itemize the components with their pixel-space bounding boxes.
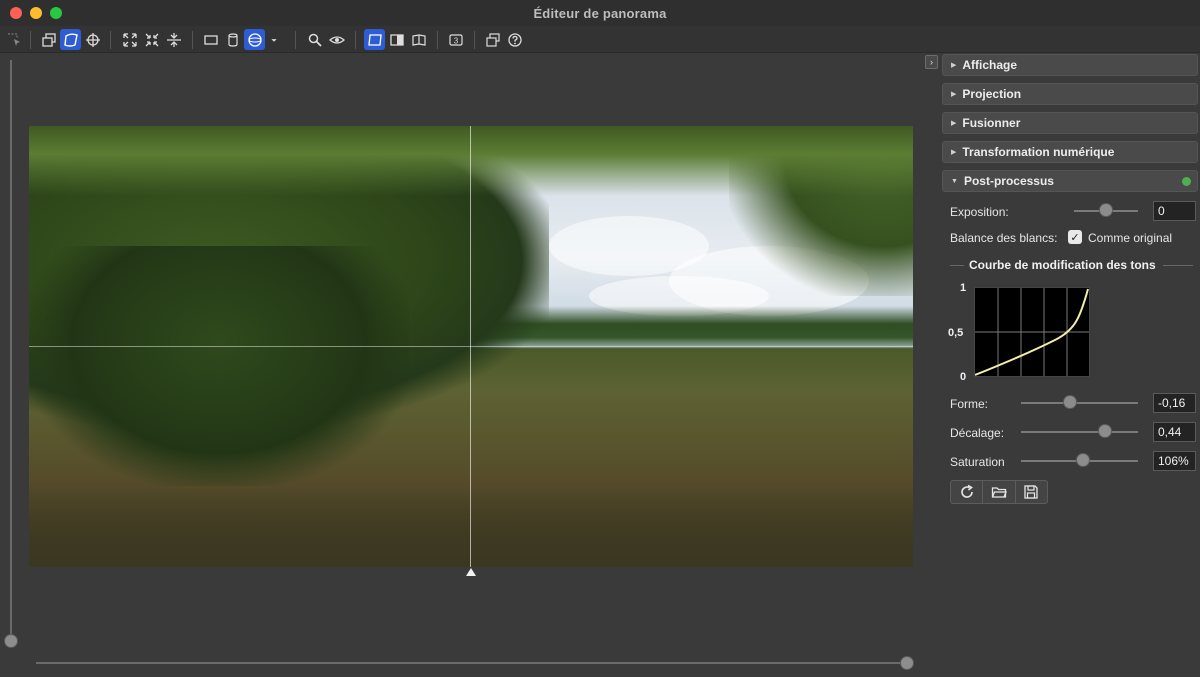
- curve-tick-bottom: 0: [960, 371, 967, 383]
- tone-curve-graph[interactable]: [974, 287, 1090, 377]
- open-folder-icon: [991, 487, 1007, 498]
- white-balance-option-label: Comme original: [1088, 231, 1173, 245]
- help-icon[interactable]: [504, 29, 525, 50]
- select-tool-icon[interactable]: [3, 29, 24, 50]
- badge-number: 3: [453, 36, 458, 45]
- toolbar: 3: [0, 26, 1200, 53]
- window-title: Éditeur de panorama: [533, 5, 667, 21]
- reset-icon: [960, 484, 973, 498]
- center-target-icon[interactable]: [82, 29, 103, 50]
- rectangle-projection-icon[interactable]: [200, 29, 221, 50]
- close-window-button[interactable]: [10, 7, 22, 19]
- section-label: Affichage: [962, 58, 1018, 72]
- center-marker[interactable]: [466, 568, 476, 576]
- disclosure-right-icon: ▶: [951, 91, 957, 98]
- section-projection[interactable]: ▶ Projection: [942, 83, 1198, 105]
- white-balance-label: Balance des blancs:: [950, 231, 1058, 245]
- save-disk-icon: [1024, 485, 1038, 499]
- expand-icon[interactable]: [119, 29, 140, 50]
- divider: [1163, 265, 1193, 266]
- disclosure-right-icon: ▶: [951, 149, 957, 156]
- half-view-icon[interactable]: [386, 29, 407, 50]
- sphere-projection-icon[interactable]: [244, 29, 265, 50]
- disclosure-right-icon: ▶: [951, 62, 957, 69]
- exposure-label: Exposition:: [950, 205, 1009, 219]
- panel-collapse-button[interactable]: ›: [925, 55, 938, 69]
- curve-title: Courbe de modification des tons: [969, 258, 1156, 272]
- divider: [950, 265, 964, 266]
- exposure-field[interactable]: 0: [1153, 201, 1196, 221]
- number-badge-icon[interactable]: 3: [445, 29, 466, 50]
- shape-slider-thumb[interactable]: [1063, 395, 1077, 409]
- zoom-icon[interactable]: [304, 29, 325, 50]
- open-button[interactable]: [983, 481, 1016, 503]
- section-label: Transformation numérique: [962, 145, 1115, 159]
- cylinder-projection-icon[interactable]: [222, 29, 243, 50]
- saturation-field[interactable]: 106%: [1153, 451, 1196, 471]
- section-fusionner[interactable]: ▶ Fusionner: [942, 112, 1198, 134]
- book-view-icon[interactable]: [408, 29, 429, 50]
- shape-field[interactable]: -0,16: [1153, 393, 1196, 413]
- vertical-slider-thumb[interactable]: [4, 634, 18, 648]
- minimize-window-button[interactable]: [30, 7, 42, 19]
- split-vertical-icon[interactable]: [163, 29, 184, 50]
- offset-slider-thumb[interactable]: [1098, 424, 1112, 438]
- curve-tick-mid: 0,5: [948, 327, 964, 339]
- warp-icon[interactable]: [60, 29, 81, 50]
- section-label: Projection: [962, 87, 1022, 101]
- curve-tick-top: 1: [960, 282, 967, 294]
- section-post-processus[interactable]: ▼ Post-processus: [942, 170, 1198, 192]
- section-transformation[interactable]: ▶ Transformation numérique: [942, 141, 1198, 163]
- preview-eye-icon[interactable]: [326, 29, 347, 50]
- white-balance-checkbox[interactable]: ✓: [1068, 230, 1082, 244]
- windows-icon[interactable]: [482, 29, 503, 50]
- shape-slider[interactable]: [1021, 402, 1138, 404]
- exposure-slider-thumb[interactable]: [1099, 203, 1113, 217]
- status-dot: [1182, 177, 1191, 186]
- collapse-icon[interactable]: [141, 29, 162, 50]
- tone-curve-svg: [974, 288, 1089, 376]
- disclosure-right-icon: ▶: [951, 120, 957, 127]
- section-label: Fusionner: [962, 116, 1021, 130]
- zoom-window-button[interactable]: [50, 7, 62, 19]
- crosshair-horizontal: [29, 346, 913, 347]
- offset-field[interactable]: 0,44: [1153, 422, 1196, 442]
- horizontal-slider-thumb[interactable]: [900, 656, 914, 670]
- post-actions: [950, 480, 1048, 504]
- disclosure-down-icon: ▼: [951, 177, 958, 185]
- vertical-slider-track[interactable]: [10, 60, 12, 642]
- layers-icon[interactable]: [38, 29, 59, 50]
- offset-slider[interactable]: [1021, 431, 1138, 433]
- saturation-label: Saturation: [950, 455, 1005, 469]
- title-bar: Éditeur de panorama: [0, 0, 1200, 26]
- planar-view-icon[interactable]: [364, 29, 385, 50]
- section-affichage[interactable]: ▶ Affichage: [942, 54, 1198, 76]
- saturation-slider-thumb[interactable]: [1076, 453, 1090, 467]
- reset-button[interactable]: [951, 481, 984, 503]
- horizontal-slider-track[interactable]: [36, 662, 908, 664]
- dropdown-icon[interactable]: [267, 29, 281, 50]
- section-label: Post-processus: [963, 174, 1054, 188]
- save-button[interactable]: [1016, 481, 1047, 503]
- window-controls: [10, 7, 62, 19]
- shape-label: Forme:: [950, 397, 989, 411]
- offset-label: Décalage:: [950, 426, 1005, 440]
